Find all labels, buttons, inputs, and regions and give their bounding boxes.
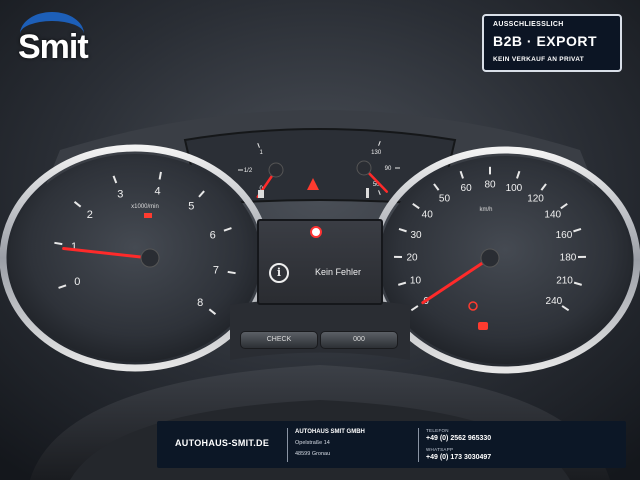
- gauge-tick: [54, 241, 63, 246]
- info-icon: i: [269, 263, 289, 283]
- gauge-tick-label: 0: [74, 276, 80, 288]
- gauge-tick-label: 180: [560, 253, 577, 264]
- logo-text: Smit: [18, 28, 89, 66]
- gauge-tick-label: 60: [461, 183, 473, 194]
- center-info-display: i Kein Fehler: [257, 219, 383, 305]
- badge-line-1: AUSSCHLIESSLICH: [493, 21, 564, 28]
- gauge-unit-label: x1000/min: [131, 204, 159, 210]
- gauge-tick-label: 8: [197, 297, 203, 309]
- fuel-pump-icon: [258, 190, 264, 198]
- gauge-tick-label: 6: [210, 229, 216, 241]
- gauge-tick-label: 5: [188, 200, 194, 212]
- phone-number[interactable]: +49 (0) 2562 965330: [426, 435, 491, 442]
- check-button[interactable]: CHECK: [240, 331, 318, 349]
- gauge-tick-label: 3: [117, 189, 123, 201]
- gauge-hub: [268, 162, 284, 178]
- gauge-tick-label: 4: [154, 185, 160, 197]
- company-street: Opelstraße 14: [295, 440, 330, 446]
- gauge-tick-label: 160: [556, 230, 573, 241]
- company-name: AUTOHAUS SMIT GMBH: [295, 429, 365, 435]
- whatsapp-number[interactable]: +49 (0) 173 3030497: [426, 454, 491, 461]
- gauge-tick-label: 10: [410, 275, 422, 286]
- b2b-export-badge: AUSSCHLIESSLICH B2B · EXPORT KEIN VERKAU…: [482, 14, 622, 72]
- gauge-tick-label: 20: [406, 253, 418, 264]
- gauge-tick-label: 130: [371, 150, 382, 156]
- odometer-button[interactable]: 000: [320, 331, 398, 349]
- oil-can-icon: [144, 213, 152, 218]
- badge-line-2: B2B · EXPORT: [493, 33, 598, 49]
- gauge-tick: [227, 270, 236, 275]
- smit-logo: Smit: [12, 8, 102, 68]
- gauge-tick-label: 80: [484, 179, 496, 190]
- badge-line-3: KEIN VERKAUF AN PRIVAT: [493, 56, 584, 63]
- gauge-tick: [158, 171, 162, 180]
- footer-divider: [287, 428, 288, 462]
- gauge-tick-label: 100: [506, 183, 523, 194]
- gauge-hub: [356, 160, 372, 176]
- company-city: 48599 Gronau: [295, 451, 331, 457]
- gauge-tick-label: 30: [410, 230, 422, 241]
- gauge-tick-label: 40: [422, 209, 434, 220]
- gauge-tick-label: 50: [439, 193, 451, 204]
- gauge-hub: [140, 248, 160, 268]
- gauge-unit-label: km/h: [479, 207, 492, 213]
- gauge-tick-label: 7: [213, 265, 219, 277]
- parking-brake-icon: [478, 322, 488, 330]
- gauge-tick-label: 2: [87, 209, 93, 221]
- coolant-temp-icon: [366, 188, 369, 198]
- gauge-hub: [480, 248, 500, 268]
- gauge-tick-label: 90: [385, 166, 392, 172]
- gauge-tick-label: 140: [544, 209, 561, 220]
- whatsapp-label: WHATSAPP: [426, 447, 454, 452]
- gauge-tick-label: 1/2: [244, 168, 253, 174]
- footer-divider: [418, 428, 419, 462]
- gauge-tick-label: 240: [546, 296, 563, 307]
- status-indicator-icon: [310, 226, 322, 238]
- phone-label: TELEFON: [426, 428, 449, 433]
- dealer-footer: AUTOHAUS-SMIT.DE AUTOHAUS SMIT GMBH Opel…: [157, 421, 626, 468]
- website-link[interactable]: AUTOHAUS-SMIT.DE: [175, 438, 269, 448]
- display-message: Kein Fehler: [315, 267, 362, 277]
- gauge-tick-label: 210: [556, 275, 573, 286]
- gauge-tick-label: 120: [527, 193, 544, 204]
